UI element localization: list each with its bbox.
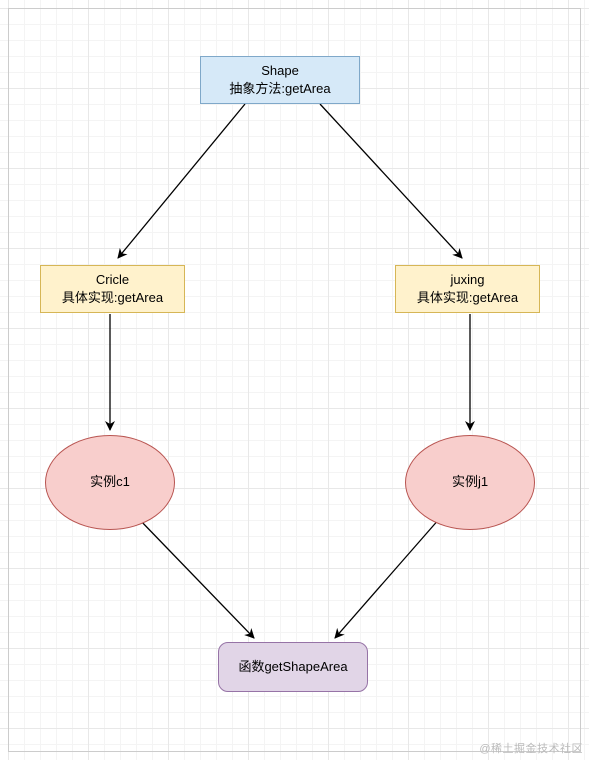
node-c1-label: 实例c1 <box>90 473 130 491</box>
node-juxing-title: juxing <box>451 271 485 289</box>
node-juxing-subtitle: 具体实现:getArea <box>417 289 518 307</box>
node-shape-subtitle: 抽象方法:getArea <box>229 80 330 98</box>
node-j1: 实例j1 <box>405 435 535 530</box>
node-circle: Cricle 具体实现:getArea <box>40 265 185 313</box>
node-juxing: juxing 具体实现:getArea <box>395 265 540 313</box>
node-func: 函数getShapeArea <box>218 642 368 692</box>
node-shape-title: Shape <box>261 62 299 80</box>
node-shape: Shape 抽象方法:getArea <box>200 56 360 104</box>
node-circle-subtitle: 具体实现:getArea <box>62 289 163 307</box>
watermark: @稀土掘金技术社区 <box>479 740 583 756</box>
node-func-label: 函数getShapeArea <box>238 658 347 676</box>
node-c1: 实例c1 <box>45 435 175 530</box>
node-j1-label: 实例j1 <box>452 473 488 491</box>
node-circle-title: Cricle <box>96 271 129 289</box>
